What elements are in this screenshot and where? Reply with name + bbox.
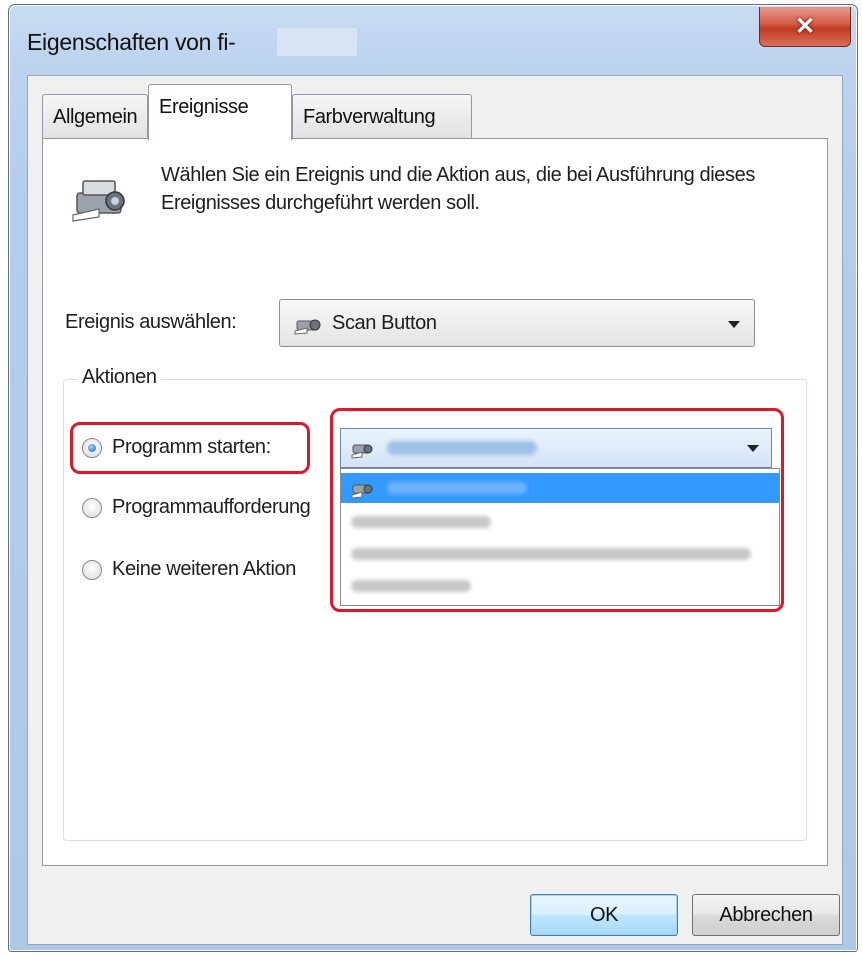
radio-button[interactable]	[82, 438, 102, 458]
title-redaction	[277, 28, 357, 56]
chevron-down-icon	[728, 321, 740, 328]
cancel-button[interactable]: Abbrechen	[692, 894, 840, 936]
intro-description: Wählen Sie ein Ereignis und die Aktion a…	[161, 164, 755, 214]
window-title: Eigenschaften von fi-	[27, 29, 236, 55]
dialog-client: Allgemein Ereignisse Farbverwaltung Wähl…	[27, 75, 843, 945]
tab-allgemein[interactable]: Allgemein	[42, 94, 148, 138]
radio-label: Programmaufforderung	[112, 496, 311, 518]
radio-button[interactable]	[82, 498, 102, 518]
radio-label: Programm starten:	[112, 436, 271, 458]
title-bar[interactable]: Eigenschaften von fi- ✕	[9, 5, 857, 75]
scanner-icon	[72, 180, 125, 222]
radio-label: Keine weiteren Aktion	[112, 558, 296, 580]
close-button[interactable]: ✕	[759, 7, 851, 47]
events-tab-page: Wählen Sie ein Ereignis und die Aktion a…	[42, 138, 828, 866]
scanner-icon	[294, 319, 321, 335]
radio-button[interactable]	[82, 560, 102, 580]
highlight-program-list	[330, 408, 784, 612]
actions-group: Aktionen Programm starten: Programmauffo…	[63, 366, 807, 841]
actions-group-title: Aktionen	[78, 366, 161, 389]
event-selected-value: Scan Button	[332, 312, 437, 334]
tab-ereignisse[interactable]: Ereignisse	[148, 84, 292, 140]
event-dropdown[interactable]: Scan Button	[279, 299, 755, 347]
ok-button[interactable]: OK	[530, 894, 678, 936]
properties-window: Eigenschaften von fi- ✕ Allgemein Ereign…	[8, 4, 858, 952]
tab-farbverwaltung[interactable]: Farbverwaltung	[292, 94, 472, 138]
close-icon: ✕	[794, 13, 816, 40]
event-select-label: Ereignis auswählen:	[65, 311, 237, 333]
